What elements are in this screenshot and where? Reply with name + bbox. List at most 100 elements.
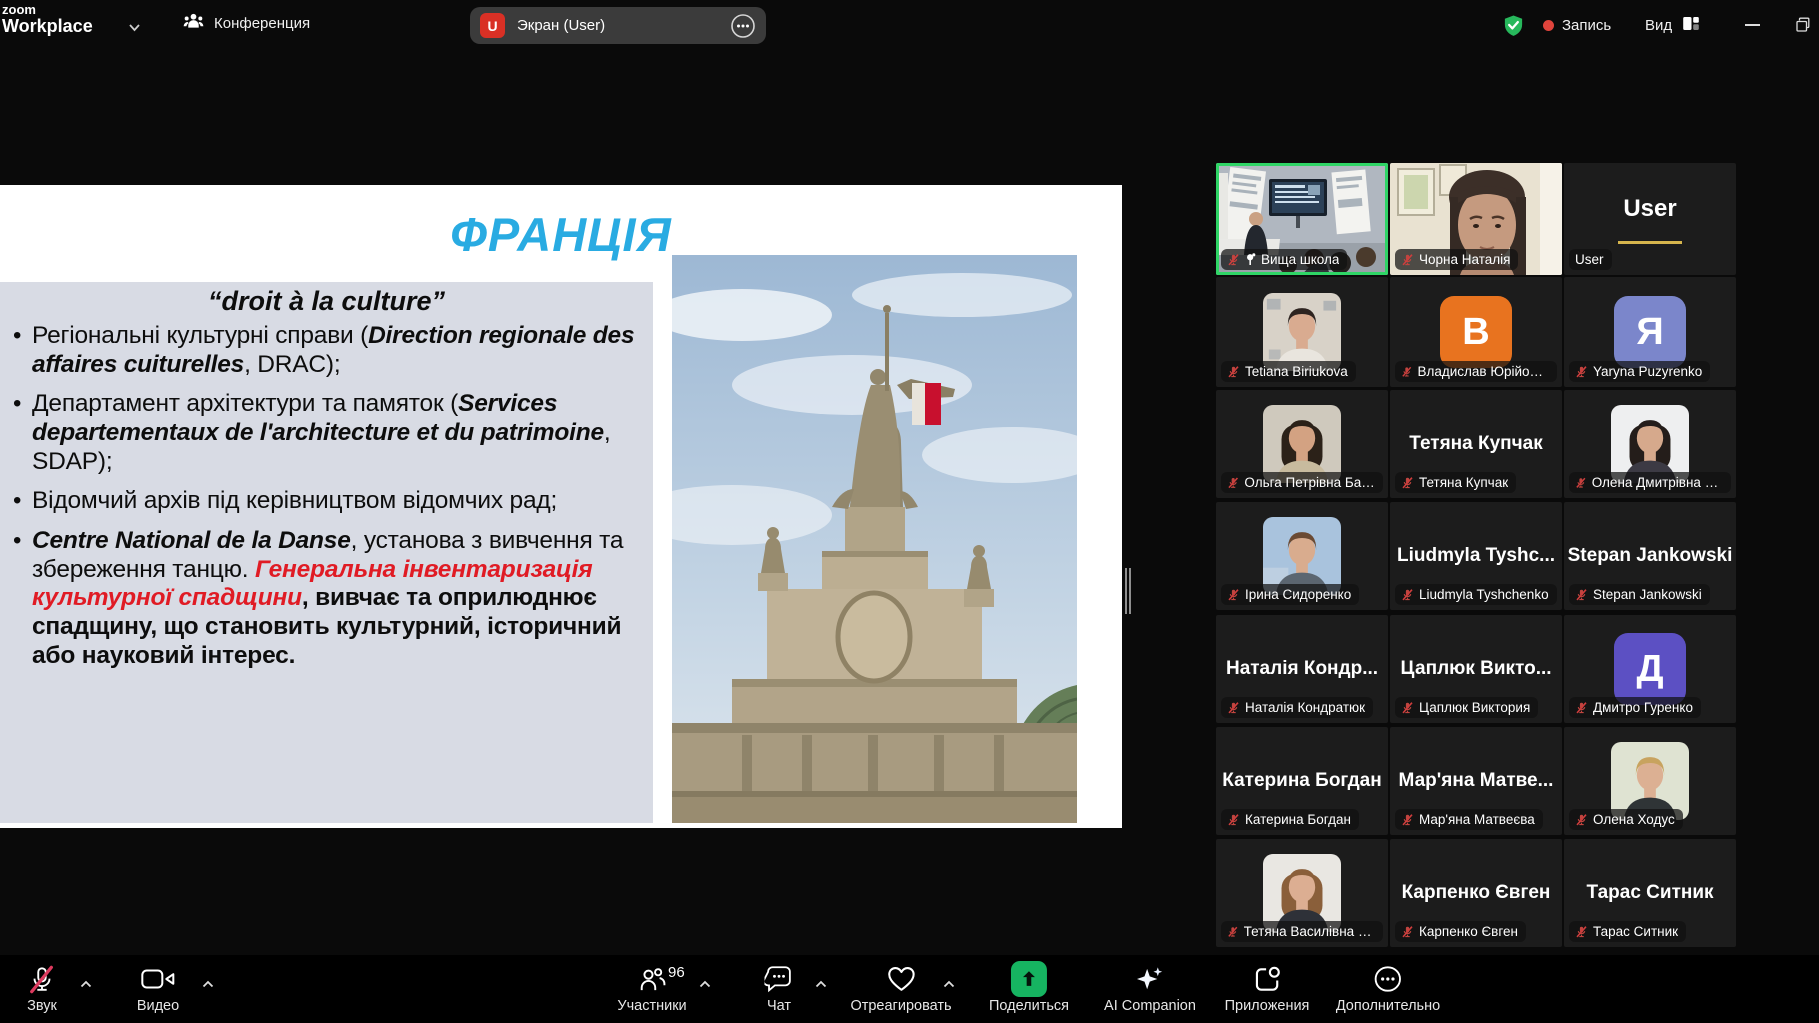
toolbar-button-chat[interactable]: Чат xyxy=(765,961,794,1014)
participant-nameplate: Stepan Jankowski xyxy=(1569,584,1710,605)
toolbar-button-audio[interactable]: Звук xyxy=(27,961,57,1014)
tab-conference[interactable]: Конференция xyxy=(183,12,310,35)
toolbar-label-apps: Приложения xyxy=(1225,998,1310,1014)
muted-mic-icon xyxy=(1575,365,1588,379)
meeting-stage: ФРАНЦІЯ “droit à la culture” Регіональні… xyxy=(0,50,1819,955)
toolbar-button-share[interactable]: Поделиться xyxy=(989,961,1069,1014)
slide-bullet-list: Регіональні культурні справи (Direction … xyxy=(8,322,645,670)
participant-tile-nataliia-kondratiuk[interactable]: Наталія Кондр...Наталія Кондратюк xyxy=(1216,615,1388,723)
muted-mic-icon xyxy=(1401,588,1414,602)
participant-nameplate: Карпенко Євген xyxy=(1395,921,1526,942)
participant-nameplate: Мар'яна Матвеєва xyxy=(1395,809,1543,830)
toolbar-video-chevron-up-icon[interactable] xyxy=(202,975,215,993)
muted-mic-icon xyxy=(1575,588,1588,602)
pin-icon xyxy=(1245,253,1256,266)
participant-tile-user-self[interactable]: UserUser xyxy=(1564,163,1736,275)
participant-tile-olena-khodus[interactable]: Олена Ходус xyxy=(1564,727,1736,835)
self-underline xyxy=(1618,241,1682,244)
participant-tile-liudmyla-tyshchenko[interactable]: Liudmyla Tyshc...Liudmyla Tyshchenko xyxy=(1390,502,1562,610)
participant-tile-olha-batsuk[interactable]: Ольга Петрівна Бацук xyxy=(1216,390,1388,498)
muted-mic-icon xyxy=(1575,925,1588,939)
slide-photo-statue-french-flag xyxy=(672,255,1077,823)
toolbar-label-share: Поделиться xyxy=(989,998,1069,1014)
tab-options-icon[interactable] xyxy=(730,13,756,39)
muted-mic-icon xyxy=(1227,588,1240,602)
photo-avatar xyxy=(1263,293,1341,371)
muted-mic-icon xyxy=(1401,253,1414,267)
slide-textbox: “droit à la culture” Регіональні культур… xyxy=(0,282,653,823)
participant-tile-vladyslav-yuriiovych[interactable]: ВВладислав Юрійович ... xyxy=(1390,277,1562,387)
toolbar-label-react: Отреагировать xyxy=(850,998,951,1014)
participant-tile-mariana-matveieva[interactable]: Мар'яна Матве...Мар'яна Матвеєва xyxy=(1390,727,1562,835)
camera-icon xyxy=(141,966,175,992)
participant-tile-kateryna-bohdan[interactable]: Катерина БогданКатерина Богдан xyxy=(1216,727,1388,835)
muted-mic-icon xyxy=(1227,813,1240,827)
gallery-view-icon xyxy=(1681,15,1701,36)
toolbar-audio-chevron-up-icon[interactable] xyxy=(80,975,93,993)
participant-tile-tetiana-kupchak[interactable]: Тетяна КупчакТетяна Купчак xyxy=(1390,390,1562,498)
muted-mic-icon xyxy=(1575,476,1587,490)
participant-nameplate: Tetiana Biriukova xyxy=(1221,361,1356,382)
toolbar-button-more[interactable]: Дополнительно xyxy=(1336,961,1440,1014)
participant-tile-tetiana-biriukova[interactable]: Tetiana Biriukova xyxy=(1216,277,1388,387)
participant-nameplate: Чорна Наталія xyxy=(1395,249,1518,270)
zoom-workplace-window: zoom Workplace Конференция U Экран (User… xyxy=(0,0,1819,1023)
tab-screen-share[interactable]: U Экран (User) xyxy=(470,7,766,44)
participant-tile-karpenko-yevhen[interactable]: Карпенко ЄвгенКарпенко Євген xyxy=(1390,839,1562,947)
panel-resize-handle[interactable] xyxy=(1125,568,1132,614)
toolbar-label-audio: Звук xyxy=(27,998,57,1014)
participant-tile-vyshcha-shkola[interactable]: Вища школа xyxy=(1216,163,1388,275)
participant-nameplate: User xyxy=(1569,249,1612,270)
slide-bullet-4: Centre National de la Danse, установа з … xyxy=(8,527,645,670)
participant-tile-iryna-sydorenko[interactable]: Ірина Сидоренко xyxy=(1216,502,1388,610)
participant-tile-yaryna-puzyrenko[interactable]: ЯYaryna Puzyrenko xyxy=(1564,277,1736,387)
participant-nameplate: Олена Дмитрівна Лау... xyxy=(1569,472,1731,493)
screen-share-avatar: U xyxy=(480,13,505,38)
participant-tile-tsapliuk-viktoriia[interactable]: Цаплюк Викто...Цаплюк Виктория xyxy=(1390,615,1562,723)
muted-mic-icon xyxy=(1227,701,1240,715)
toolbar-button-react[interactable]: Отреагировать xyxy=(850,961,951,1014)
letter-avatar: Я xyxy=(1614,296,1686,368)
share-icon xyxy=(1011,961,1047,997)
toolbar-button-ai[interactable]: AI Companion xyxy=(1104,961,1196,1014)
ellipsis-icon xyxy=(1373,964,1403,994)
participant-nameplate: Ольга Петрівна Бацук xyxy=(1221,472,1383,493)
participant-tile-taras-sytnyk[interactable]: Тарас СитникТарас Ситник xyxy=(1564,839,1736,947)
participant-nameplate: Катерина Богдан xyxy=(1221,809,1359,830)
muted-mic-icon xyxy=(1227,253,1240,267)
security-shield-icon[interactable] xyxy=(1502,14,1525,42)
toolbar-participants-chevron-up-icon[interactable] xyxy=(699,975,712,993)
view-button[interactable]: Вид xyxy=(1645,0,1701,50)
letter-avatar: В xyxy=(1440,296,1512,368)
participant-tile-olena-dmytrivna-lau[interactable]: Олена Дмитрівна Лау... xyxy=(1564,390,1736,498)
muted-mic-icon xyxy=(1575,813,1588,827)
view-label: Вид xyxy=(1645,17,1672,34)
toolbar-button-video[interactable]: Видео xyxy=(137,961,179,1014)
muted-mic-icon xyxy=(1227,925,1239,939)
record-dot-icon xyxy=(1543,20,1554,31)
window-minimize-button[interactable] xyxy=(1745,24,1760,26)
toolbar-react-chevron-up-icon[interactable] xyxy=(943,975,956,993)
recording-indicator[interactable]: Запись xyxy=(1543,0,1611,50)
participant-nameplate: Цаплюк Виктория xyxy=(1395,697,1538,718)
meeting-toolbar: В ЗвукВидео96УчастникиЧатОтреагироватьПо… xyxy=(0,955,1819,1023)
participant-nameplate: Дмитро Гуренко xyxy=(1569,697,1701,718)
participant-tile-tetiana-vasylivna-hol[interactable]: Тетяна Василівна Гол... xyxy=(1216,839,1388,947)
muted-mic-icon xyxy=(1401,701,1414,715)
participant-photo-avatar xyxy=(1263,293,1341,371)
participant-tile-stepan-jankowski[interactable]: Stepan JankowskiStepan Jankowski xyxy=(1564,502,1736,610)
slide-title: ФРАНЦІЯ xyxy=(0,207,1122,262)
participant-tile-chorna-nataliia[interactable]: Чорна Наталія xyxy=(1390,163,1562,275)
muted-mic-icon xyxy=(1575,701,1588,715)
toolbar-button-participants[interactable]: 96Участники xyxy=(617,961,686,1014)
window-restore-button[interactable] xyxy=(1795,17,1811,38)
toolbar-chat-chevron-up-icon[interactable] xyxy=(815,975,828,993)
toolbar-button-apps[interactable]: Приложения xyxy=(1225,961,1310,1014)
sparkle-icon xyxy=(1134,964,1165,995)
slide-bullet-2: Департамент архітектури та памяток (Serv… xyxy=(8,390,645,476)
participant-tile-dmytro-hurenko[interactable]: ДДмитро Гуренко xyxy=(1564,615,1736,723)
chevron-down-icon[interactable] xyxy=(128,19,141,37)
muted-mic-icon xyxy=(1401,813,1414,827)
shared-screen-slide: ФРАНЦІЯ “droit à la culture” Регіональні… xyxy=(0,185,1122,828)
toolbar-label-participants: Участники xyxy=(617,998,686,1014)
